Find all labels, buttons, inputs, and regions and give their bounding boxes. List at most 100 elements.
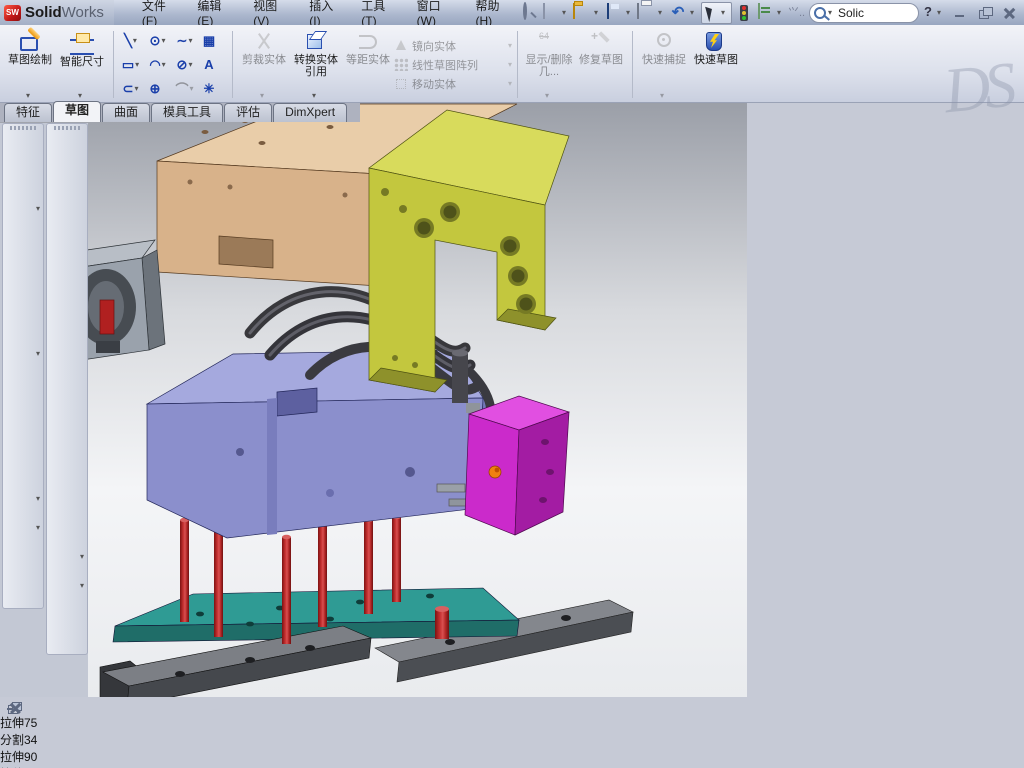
toolbar-icon[interactable] (11, 257, 35, 277)
features-toolbar (2, 123, 44, 609)
pin-icon[interactable] (520, 4, 538, 22)
toolbar-icon[interactable] (11, 373, 35, 393)
toolbar-icon[interactable] (11, 460, 35, 480)
repair-sketch-button: 修复草图 (575, 27, 627, 102)
toolbar-icon[interactable] (11, 402, 35, 422)
feature-tab[interactable]: 特征 (4, 103, 52, 122)
feature-tab[interactable]: 模具工具 (151, 103, 223, 122)
sketch-entity-button[interactable]: ⊘ (173, 53, 200, 77)
toolbar-icon[interactable] (55, 460, 79, 480)
smart-dimension-icon (70, 31, 94, 55)
sketch-entity-button[interactable]: ⊕ (146, 77, 173, 101)
sketch-entity-tools: ╲⊙∼▦ ▭◠⊘A ⊂⊕⌒✳ (119, 27, 227, 102)
offset-entities-icon (356, 31, 380, 53)
sketch-entity-button[interactable]: ∼ (173, 29, 200, 53)
feature-tab[interactable]: 草图 (53, 101, 101, 122)
commandmanager-tabs: 特征草图曲面模具工具评估DimXpert (0, 103, 360, 122)
display-relations-icon (537, 31, 561, 53)
model-canvas[interactable]: Y X (0, 103, 747, 697)
toolbar-grip[interactable] (10, 126, 36, 130)
toolbar-icon[interactable] (55, 547, 79, 567)
sketch-entity-button[interactable]: ▭ (119, 53, 146, 77)
tree-item[interactable]: 拉伸90 (0, 748, 1024, 765)
ribbon-row-button: 移动实体 (394, 76, 512, 92)
toolbar-icon[interactable] (55, 228, 79, 248)
selection-cursor-mark (489, 466, 501, 478)
toolbar-icon[interactable] (11, 431, 35, 451)
body-red-stub[interactable] (435, 606, 449, 639)
measure-icon[interactable] (788, 4, 806, 22)
quick-snaps-icon (652, 31, 676, 53)
restore-button[interactable] (975, 5, 995, 21)
app-title: SolidWorks (25, 4, 104, 21)
toolbar-icon[interactable] (11, 315, 35, 335)
repair-sketch-icon (589, 31, 613, 53)
sketch-entity-button[interactable]: ⌒ (173, 77, 200, 101)
rapid-sketch-button[interactable]: 快速草图 (690, 27, 742, 102)
toolbar-icon[interactable] (55, 373, 79, 393)
sketch-icon (18, 31, 42, 53)
graphics-viewport[interactable]: Y X 拉伸75 (0, 103, 1024, 731)
search-input[interactable]: Solic (838, 6, 864, 20)
convert-entities-button[interactable]: 转换实体引用 (290, 27, 342, 102)
options-list-icon[interactable] (756, 4, 774, 22)
toolbar-grip[interactable] (54, 126, 80, 130)
toolbar-icon[interactable] (55, 199, 79, 219)
toolbar-icon[interactable] (11, 141, 35, 161)
toolbar-icon[interactable] (55, 489, 79, 509)
toolbar-icon[interactable] (55, 576, 79, 596)
minimize-button[interactable] (950, 5, 970, 21)
toolbar-icon[interactable] (55, 402, 79, 422)
ribbon-row-button: 线性草图阵列 (394, 57, 512, 73)
feature-tab[interactable]: DimXpert (273, 103, 347, 122)
search-icon (814, 7, 826, 19)
sketch-entity-button[interactable]: A (200, 53, 227, 77)
app-logo: SW SolidWorks (0, 0, 114, 25)
main-area: Y X 拉伸75 (0, 103, 1024, 697)
toolbar-icon[interactable] (55, 286, 79, 306)
toolbar-icon[interactable] (11, 170, 35, 190)
select-cursor-icon[interactable] (701, 2, 732, 24)
trim-entities-icon (252, 31, 276, 53)
solidworks-window: SW SolidWorks 文件(F)编辑(E)视图(V)插入(I)工具(T)窗… (0, 0, 1024, 768)
toolbar-icon[interactable] (11, 518, 35, 538)
sketch-entity-button[interactable]: ◠ (146, 53, 173, 77)
feature-tree: 分割34 拉伸90 拉伸91 圆角15 (0, 731, 1024, 768)
sketch-entity-button[interactable]: ╲ (119, 29, 146, 53)
new-document-icon[interactable] (541, 4, 559, 22)
feature-tab[interactable]: 曲面 (102, 103, 150, 122)
toolbar-icon[interactable] (55, 344, 79, 364)
open-icon[interactable] (573, 4, 591, 22)
search-box[interactable]: Solic (809, 3, 919, 23)
toolbar-icon[interactable] (55, 170, 79, 190)
sketch-ribbon: 草图绘制 智能尺寸 ╲⊙∼▦▭◠⊘A⊂⊕⌒✳ 剪裁实体 转换实体引用 等距实体 … (0, 25, 1024, 103)
sketch-entity-button[interactable]: ▦ (200, 29, 227, 53)
smart-dimension-button[interactable]: 智能尺寸 (56, 27, 108, 102)
toolbar-icon[interactable] (11, 199, 35, 219)
toolbar-icon[interactable] (11, 344, 35, 364)
toolbar-icon[interactable] (55, 431, 79, 451)
toolbar-icon[interactable] (11, 228, 35, 248)
rapid-sketch-icon (704, 31, 728, 53)
sketch-pattern-tools: 镜向实体线性草图阵列移动实体 (394, 27, 512, 102)
sketch-entity-button[interactable]: ⊙ (146, 29, 173, 53)
toolbar-icon[interactable] (11, 489, 35, 509)
toolbar-icon[interactable] (55, 518, 79, 538)
offset-entities-button: 等距实体 (342, 27, 394, 102)
feature-tab[interactable]: 评估 (224, 103, 272, 122)
toolbar-icon[interactable] (55, 257, 79, 277)
left-toolbars (0, 123, 88, 697)
tree-item[interactable]: 分割34 (0, 731, 1024, 748)
toolbar-icon[interactable] (11, 286, 35, 306)
rebuild-traffic-light-icon[interactable] (735, 4, 753, 22)
save-icon[interactable] (605, 4, 623, 22)
toolbar-icon[interactable] (55, 315, 79, 335)
help-icon[interactable] (922, 4, 934, 22)
close-button[interactable] (1000, 5, 1020, 21)
toolbar-icon[interactable] (55, 141, 79, 161)
sketch-entity-button[interactable]: ✳ (200, 77, 227, 101)
sketch-entity-button[interactable]: ⊂ (119, 77, 146, 101)
undo-icon[interactable] (669, 4, 687, 22)
print-icon[interactable] (637, 4, 655, 22)
sketch-button[interactable]: 草图绘制 (4, 27, 56, 102)
